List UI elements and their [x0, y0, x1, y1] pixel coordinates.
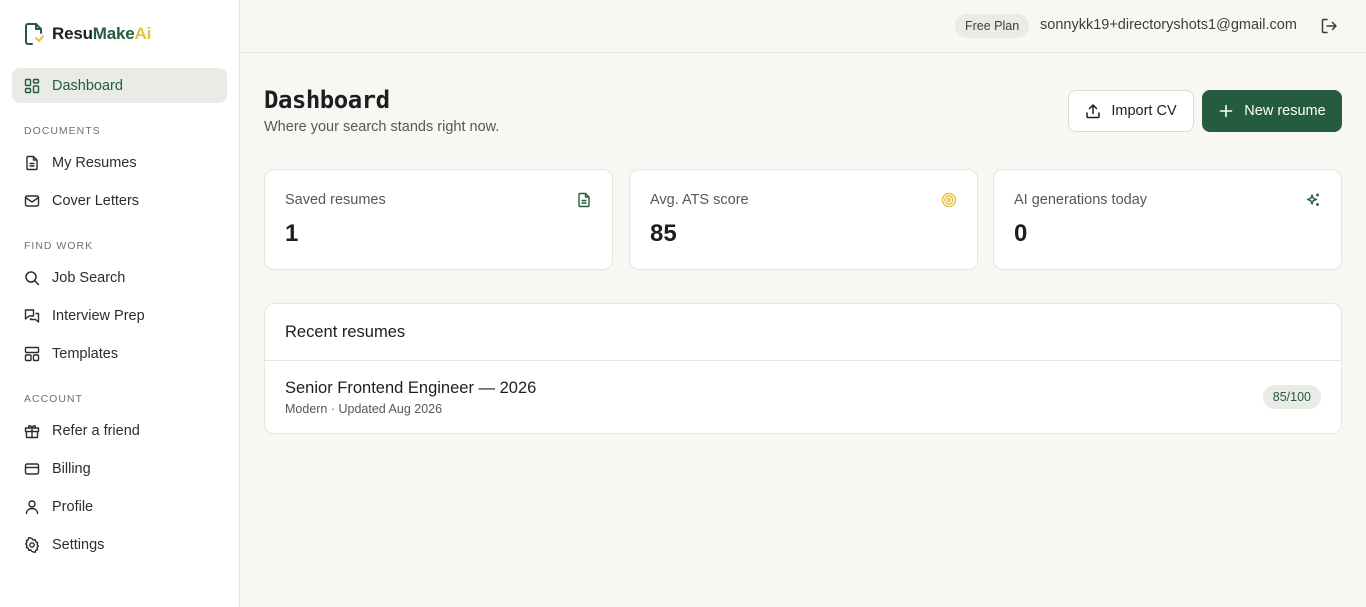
sidebar-item-cover-letters[interactable]: Cover Letters [12, 183, 227, 218]
brand-name-part1: Resu [52, 24, 93, 43]
section-label-documents: DOCUMENTS [24, 125, 101, 137]
resume-meta: Modern · Updated Aug 2026 [285, 402, 443, 416]
brand-logo[interactable]: ResuMakeAi [24, 22, 151, 46]
user-email: sonnykk19+directoryshots1@gmail.com [1040, 17, 1297, 33]
new-resume-label: New resume [1244, 103, 1326, 119]
import-cv-button[interactable]: Import CV [1068, 90, 1194, 132]
resume-title: Senior Frontend Engineer — 2026 [285, 379, 537, 397]
sidebar-item-job-search[interactable]: Job Search [12, 260, 227, 295]
ats-score-badge: 85/100 [1262, 385, 1321, 409]
stat-card-saved-resumes: Saved resumes 1 [264, 169, 613, 270]
sidebar-item-my-resumes[interactable]: My Resumes [12, 145, 227, 180]
document-icon [578, 192, 590, 208]
sidebar-item-settings[interactable]: Settings [12, 527, 227, 562]
stat-card-ai-generations: AI generations today 0 [993, 169, 1342, 270]
page-title: Dashboard [264, 86, 390, 114]
stat-value: 85 [650, 220, 677, 247]
sparkles-icon [1306, 193, 1319, 206]
top-bar: Free Plan sonnykk19+directoryshots1@gmai… [240, 0, 1366, 53]
credit-card-icon [24, 462, 40, 475]
logout-icon[interactable] [1320, 17, 1338, 35]
sidebar-item-label: Job Search [52, 269, 126, 286]
recent-resumes-heading: Recent resumes [265, 304, 1341, 361]
list-item[interactable]: Senior Frontend Engineer — 2026 Modern ·… [265, 361, 1341, 434]
sidebar-item-refer[interactable]: Refer a friend [12, 413, 227, 448]
layout-icon [24, 346, 40, 361]
mail-icon [24, 194, 40, 207]
plus-icon [1219, 104, 1233, 118]
gift-icon [24, 424, 40, 438]
sidebar-item-label: Cover Letters [52, 192, 140, 209]
target-icon [941, 192, 957, 208]
sidebar-item-billing[interactable]: Billing [12, 451, 227, 486]
sidebar-item-label: My Resumes [52, 154, 137, 171]
sidebar-item-label: Profile [52, 498, 94, 515]
stat-card-ats-score: Avg. ATS score 85 [629, 169, 978, 270]
plan-badge[interactable]: Free Plan [955, 14, 1030, 38]
stat-label: Avg. ATS score [650, 192, 749, 208]
recent-resumes-panel: Recent resumes Senior Frontend Engineer … [264, 303, 1342, 434]
sidebar-item-dashboard[interactable]: Dashboard [12, 68, 227, 103]
stat-value: 0 [1014, 220, 1028, 247]
brand-name-part3: Ai [134, 24, 152, 43]
sidebar-item-label: Interview Prep [52, 307, 145, 324]
sidebar-item-label: Refer a friend [52, 422, 140, 439]
search-icon [25, 270, 40, 285]
brand-name-part2: Make [92, 24, 135, 43]
user-icon [25, 499, 39, 514]
new-resume-button[interactable]: New resume [1202, 90, 1342, 132]
messages-icon [24, 308, 40, 323]
file-text-icon [26, 155, 38, 170]
sidebar: ResuMakeAi Dashboard DOCUMENTS My Resume… [0, 0, 240, 607]
logo-icon [25, 23, 44, 45]
stat-label: AI generations today [1014, 192, 1148, 208]
dashboard-icon [24, 78, 40, 93]
stat-value: 1 [285, 220, 299, 247]
sidebar-item-label: Billing [52, 460, 91, 477]
sidebar-item-interview-prep[interactable]: Interview Prep [12, 298, 227, 333]
section-label-find-work: FIND WORK [24, 240, 94, 252]
gear-icon [25, 536, 39, 553]
import-cv-label: Import CV [1111, 103, 1177, 119]
sidebar-item-label: Dashboard [52, 77, 123, 94]
upload-icon [1086, 104, 1101, 119]
sidebar-item-label: Templates [52, 345, 119, 362]
page-subtitle: Where your search stands right now. [264, 119, 500, 135]
stat-label: Saved resumes [285, 192, 386, 208]
section-label-account: ACCOUNT [24, 393, 83, 405]
sidebar-item-profile[interactable]: Profile [12, 489, 227, 524]
sidebar-item-templates[interactable]: Templates [12, 336, 227, 371]
sidebar-item-label: Settings [52, 536, 105, 553]
